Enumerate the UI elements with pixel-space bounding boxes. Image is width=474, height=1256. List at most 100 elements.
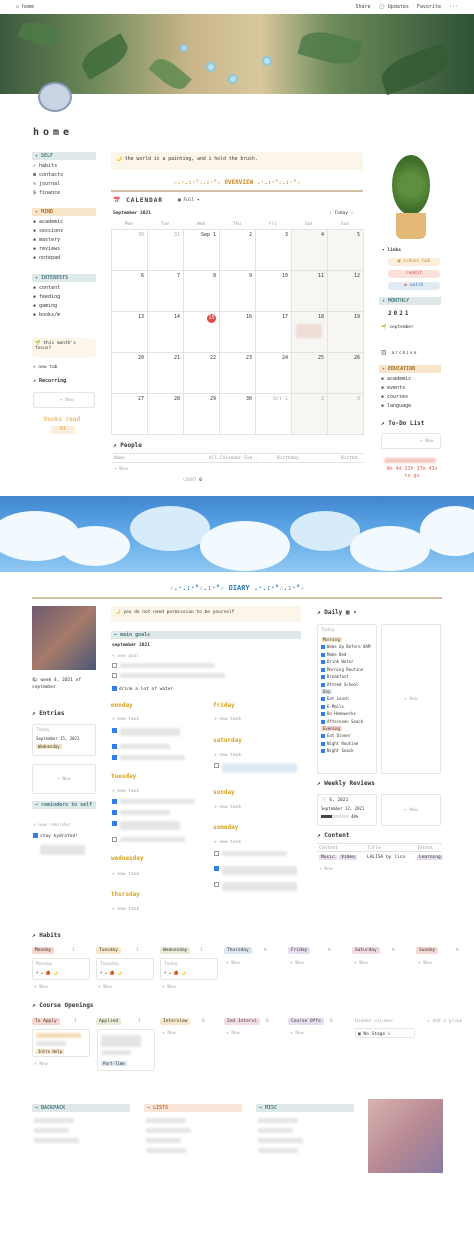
- checkbox[interactable]: [321, 675, 325, 679]
- habit-column-header[interactable]: Thursday: [224, 947, 252, 954]
- habit-column-header[interactable]: Wednesday: [160, 947, 191, 954]
- checkbox[interactable]: [112, 744, 117, 749]
- daily-item[interactable]: Night Routine: [321, 741, 358, 746]
- checkbox[interactable]: [214, 882, 219, 887]
- habit-column-header[interactable]: Monday: [32, 947, 55, 954]
- calendar-day-cell[interactable]: Sep 1: [184, 230, 220, 271]
- daily-item[interactable]: Make Bed: [321, 652, 346, 657]
- calendar-day-cell[interactable]: 12: [328, 271, 364, 312]
- task-row[interactable]: [112, 810, 119, 816]
- links-toggle[interactable]: ▾ links: [382, 248, 401, 253]
- calendar-day-cell[interactable]: 5: [328, 230, 364, 271]
- checkbox[interactable]: [321, 712, 325, 716]
- new-task-button[interactable]: + new task: [112, 789, 139, 794]
- checkbox[interactable]: [112, 837, 117, 842]
- habit-column-header[interactable]: Tuesday: [96, 947, 121, 954]
- entries-link[interactable]: ↗ Entries: [32, 710, 65, 717]
- checkbox[interactable]: [321, 667, 325, 672]
- habit-column-header[interactable]: Friday: [288, 947, 311, 954]
- task-row[interactable]: [112, 837, 119, 843]
- habit-new-button[interactable]: + New: [226, 961, 240, 966]
- people-new-button[interactable]: + New: [114, 467, 128, 472]
- checkbox[interactable]: [321, 749, 325, 753]
- nav-notepad[interactable]: ▪ notepad: [33, 254, 95, 263]
- hidden-columns[interactable]: Hidden columns: [355, 1019, 393, 1024]
- col-calendar[interactable]: All Calendar Eve..: [209, 456, 258, 461]
- calendar-nav[interactable]: ‹ Today ›: [329, 211, 353, 216]
- checkbox[interactable]: [321, 652, 325, 657]
- recurring-link[interactable]: ↗ Recurring: [33, 378, 66, 384]
- habit-new-button[interactable]: + New: [418, 961, 432, 966]
- checkbox[interactable]: [112, 821, 117, 826]
- daily-new-button[interactable]: + New: [404, 697, 418, 702]
- calendar-day-cell[interactable]: 15: [184, 312, 220, 353]
- col-content[interactable]: Content: [319, 846, 338, 851]
- nav-feeding[interactable]: ▪ feeding: [33, 293, 95, 302]
- daily-item[interactable]: Wake Up Before 8AM: [321, 644, 370, 649]
- checkbox[interactable]: [214, 763, 219, 768]
- calendar-day-cell[interactable]: 13: [112, 312, 148, 353]
- course-card[interactable]: Intro Help: [32, 1029, 90, 1057]
- nav-language[interactable]: ▪ language: [381, 402, 441, 411]
- daily-item[interactable]: Eat Dinner: [321, 733, 351, 738]
- habits-link[interactable]: ↗ Habits: [32, 932, 61, 939]
- course-new-button[interactable]: + New: [34, 1062, 48, 1067]
- new-button[interactable]: + New: [60, 398, 74, 403]
- weekly-reviews-link[interactable]: ↗ Weekly Reviews: [317, 780, 375, 787]
- new-task-button[interactable]: + new task: [112, 907, 139, 912]
- nav-events[interactable]: ▪ events: [381, 384, 441, 393]
- more-icon[interactable]: ···: [449, 4, 458, 10]
- habit-card[interactable]: Monday ☀ ☕ 🍎 🌙: [32, 958, 90, 980]
- archive-link[interactable]: 🗄 archive: [381, 351, 417, 356]
- daily-item[interactable]: Attend School: [321, 682, 358, 687]
- checkbox[interactable]: [321, 697, 325, 701]
- calendar-day-cell[interactable]: 17: [256, 312, 292, 353]
- nav-books[interactable]: ▪ books/m: [33, 311, 95, 320]
- new-goal-button[interactable]: + new goal: [112, 654, 139, 659]
- updates-button[interactable]: 🕒 Updates: [379, 4, 409, 10]
- new-task-button[interactable]: + new task: [214, 753, 241, 758]
- nav-courses[interactable]: ▪ courses: [381, 393, 441, 402]
- checkbox[interactable]: [112, 728, 117, 733]
- task-row[interactable]: [112, 744, 119, 750]
- reminder-item[interactable]: stay hydrated!: [33, 833, 78, 839]
- col-name[interactable]: Name: [114, 456, 125, 461]
- books-counter[interactable]: 01: [51, 426, 75, 434]
- calendar-day-cell[interactable]: 19: [328, 312, 364, 353]
- calendar-day-cell[interactable]: 28: [148, 394, 184, 435]
- task-row[interactable]: [214, 882, 221, 888]
- calendar-day-cell[interactable]: 11: [292, 271, 328, 312]
- new-task-button[interactable]: + new task: [112, 717, 139, 722]
- calendar-day-cell[interactable]: 10: [256, 271, 292, 312]
- course-card[interactable]: Part-Time: [97, 1029, 155, 1071]
- habit-new-button[interactable]: + New: [34, 985, 48, 990]
- favorite-button[interactable]: Favorite: [417, 4, 441, 10]
- checkbox[interactable]: [112, 663, 117, 668]
- calendar-day-cell[interactable]: 24: [256, 353, 292, 394]
- today-button[interactable]: Today: [334, 211, 348, 216]
- new-task-button[interactable]: + new task: [214, 717, 241, 722]
- task-row[interactable]: [112, 755, 119, 761]
- checkbox[interactable]: [321, 682, 325, 687]
- nav-gaming[interactable]: ▪ gaming: [33, 302, 95, 311]
- daily-card[interactable]: Today Morning Wake Up Before 8AM Make Bed D…: [317, 624, 377, 774]
- calendar-day-cell[interactable]: 18: [292, 312, 328, 353]
- new-task-button[interactable]: + new task: [112, 872, 139, 877]
- people-link[interactable]: ↗ People: [113, 442, 142, 449]
- calendar-day-cell[interactable]: 25: [292, 353, 328, 394]
- school-hub-button[interactable]: ▣ school hub: [388, 258, 440, 266]
- course-column-header[interactable]: 2nd Intervi: [224, 1018, 260, 1025]
- daily-item[interactable]: E-Mails: [321, 704, 344, 709]
- calendar-day-cell[interactable]: 6: [112, 271, 148, 312]
- entry-card[interactable]: Today September 15, 2021 Wednesday: [32, 724, 96, 756]
- checkbox[interactable]: [112, 799, 117, 804]
- nav-reviews[interactable]: ▪ reviews: [33, 245, 95, 254]
- daily-item[interactable]: Night Snack: [321, 748, 354, 753]
- nav-academic-edu[interactable]: ▪ academic: [381, 375, 441, 384]
- calendar-event[interactable]: [296, 324, 322, 338]
- checkbox[interactable]: [321, 645, 325, 649]
- breadcrumb-page[interactable]: home: [22, 4, 34, 10]
- calendar-day-cell[interactable]: 31: [148, 230, 184, 271]
- new-task-button[interactable]: + new task: [214, 805, 241, 810]
- daily-item[interactable]: Drink Water: [321, 659, 354, 664]
